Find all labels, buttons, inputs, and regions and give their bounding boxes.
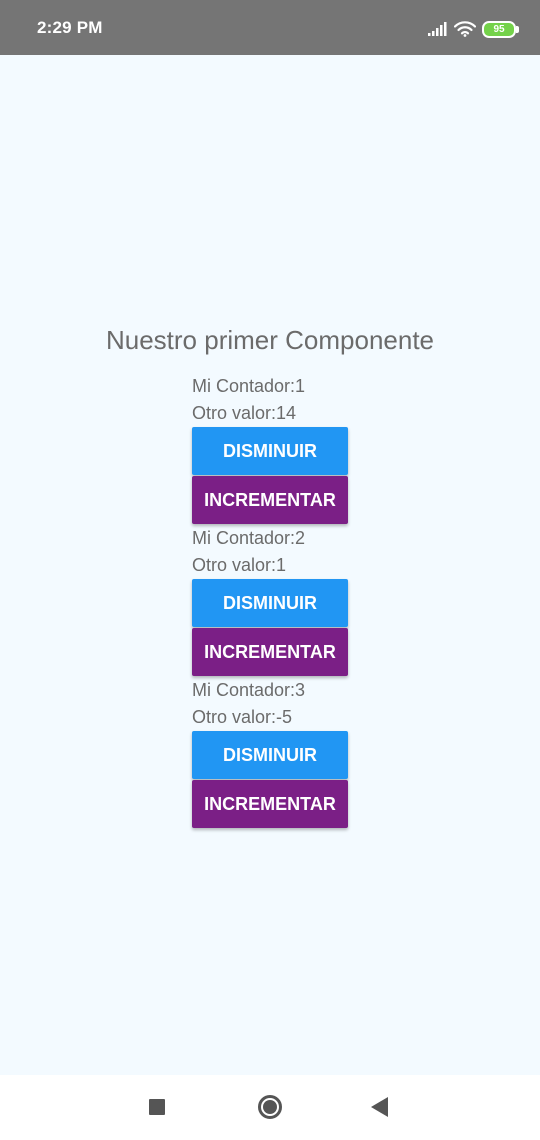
counter-block: Mi Contador:1 Otro valor:14 DISMINUIR IN… bbox=[192, 373, 352, 524]
other-value: Otro valor:-5 bbox=[192, 707, 293, 727]
page-title: Nuestro primer Componente bbox=[105, 325, 435, 355]
navigation-bar bbox=[0, 1075, 540, 1140]
increase-button[interactable]: INCREMENTAR bbox=[192, 780, 348, 828]
counter-block: Mi Contador:3 Otro valor:-5 DISMINUIR IN… bbox=[192, 677, 352, 828]
status-time: 2:29 PM bbox=[37, 18, 103, 37]
counter-value: Mi Contador:2 bbox=[192, 528, 306, 548]
recents-icon[interactable] bbox=[149, 1099, 165, 1115]
increase-button[interactable]: INCREMENTAR bbox=[192, 628, 348, 676]
signal-icon bbox=[428, 22, 447, 36]
counter-list: Mi Contador:1 Otro valor:14 DISMINUIR IN… bbox=[192, 373, 352, 829]
back-icon[interactable] bbox=[371, 1097, 388, 1117]
status-bar: 2:29 PM 95 bbox=[0, 0, 540, 55]
counter-value: Mi Contador:3 bbox=[192, 680, 306, 700]
counter-value: Mi Contador:1 bbox=[192, 376, 306, 396]
other-value: Otro valor:1 bbox=[192, 555, 287, 575]
wifi-icon bbox=[454, 21, 476, 37]
battery-level: 95 bbox=[493, 23, 505, 35]
status-icons: 95 bbox=[428, 18, 519, 40]
main-content: Nuestro primer Componente Mi Contador:1 … bbox=[0, 55, 540, 1075]
battery-icon: 95 bbox=[482, 20, 519, 38]
increase-button[interactable]: INCREMENTAR bbox=[192, 476, 348, 524]
home-icon[interactable] bbox=[258, 1095, 282, 1119]
decrease-button[interactable]: DISMINUIR bbox=[192, 731, 348, 779]
decrease-button[interactable]: DISMINUIR bbox=[192, 579, 348, 627]
decrease-button[interactable]: DISMINUIR bbox=[192, 427, 348, 475]
counter-block: Mi Contador:2 Otro valor:1 DISMINUIR INC… bbox=[192, 525, 352, 676]
other-value: Otro valor:14 bbox=[192, 403, 297, 423]
